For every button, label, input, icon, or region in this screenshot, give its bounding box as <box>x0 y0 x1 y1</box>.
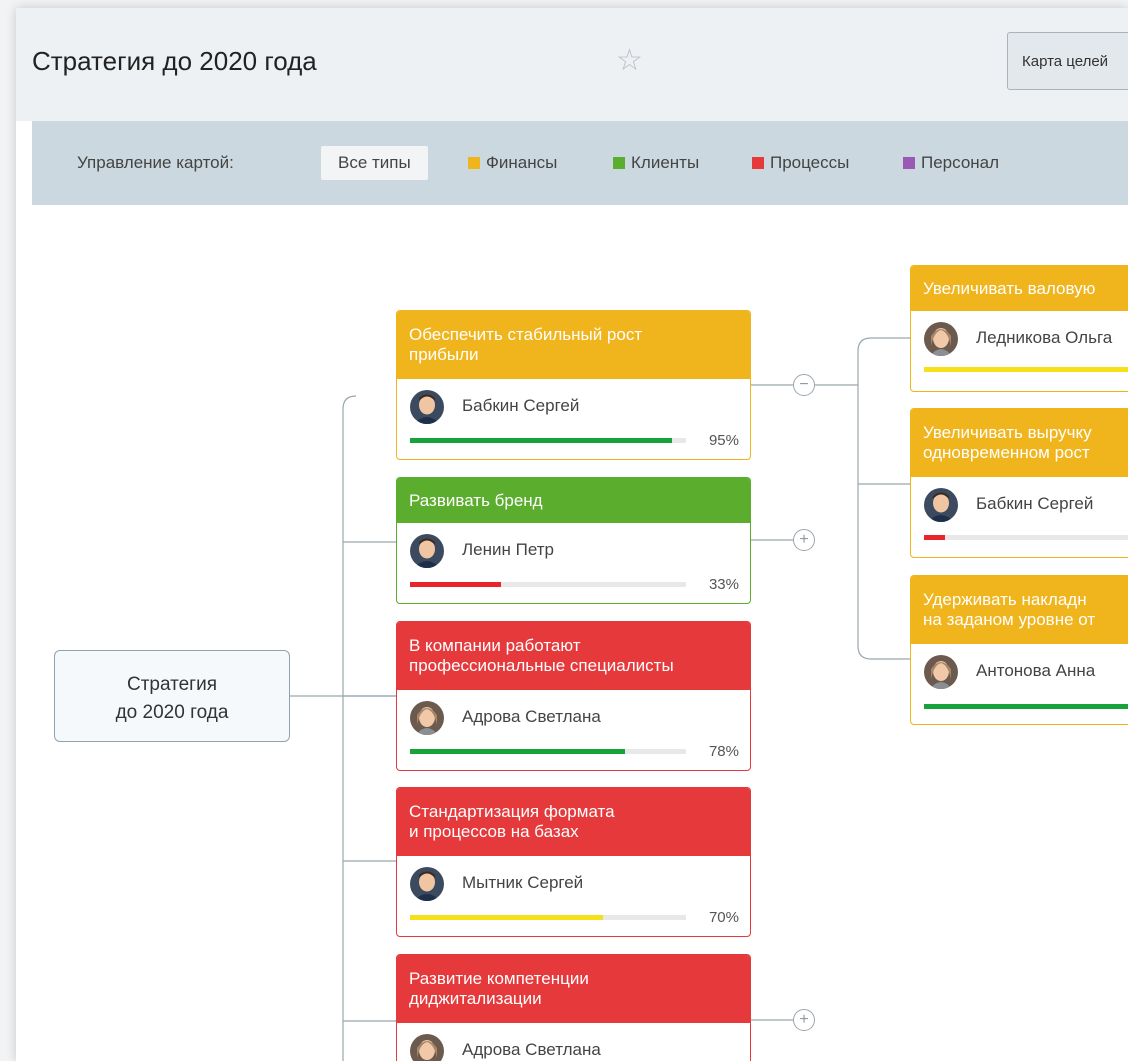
progress-percent: 70% <box>708 909 739 926</box>
subgoal-card[interactable]: Увеличивать выручку одновременном рост Б… <box>910 408 1128 558</box>
goal-card-header: Стандартизация формата и процессов на ба… <box>397 788 750 856</box>
goal-title: Развивать бренд <box>409 490 543 510</box>
goal-title: Стандартизация формата и процессов на ба… <box>409 802 615 841</box>
progress-bar <box>924 367 1128 372</box>
progress-fill <box>410 582 502 587</box>
goal-card[interactable]: В компании работают профессиональные спе… <box>396 621 751 771</box>
progress-fill <box>410 915 604 920</box>
progress-bar <box>410 749 686 754</box>
collapse-branch-icon[interactable]: − <box>793 374 815 396</box>
subgoal-card-header: Удерживать накладн на заданом уровне от <box>911 576 1128 644</box>
goal-card[interactable]: Развитие компетенции диджитализации Адро… <box>396 954 751 1061</box>
progress-bar <box>924 535 1128 540</box>
subgoal-title: Увеличивать выручку одновременном рост <box>923 423 1092 462</box>
goal-owner: Бабкин Сергей <box>462 396 580 415</box>
avatar-woman-icon <box>410 1034 444 1061</box>
avatar-woman-icon <box>410 701 444 735</box>
goal-title: Обеспечить стабильный рост прибыли <box>409 325 643 364</box>
goal-card-header: В компании работают профессиональные спе… <box>397 622 750 690</box>
subgoal-card-header: Увеличивать валовую <box>911 266 1128 311</box>
subgoal-owner: Ледникова Ольга <box>976 328 1113 347</box>
root-node-title: Стратегия до 2020 года <box>115 674 229 723</box>
avatar-woman-icon <box>924 655 958 689</box>
expand-branch-icon[interactable]: + <box>793 1009 815 1031</box>
progress-fill <box>924 535 945 540</box>
subgoal-card[interactable]: Увеличивать валовую Ледникова Ольга <box>910 265 1128 392</box>
goal-card[interactable]: Стандартизация формата и процессов на ба… <box>396 787 751 937</box>
progress-bar <box>410 582 686 587</box>
strategy-map-window: Стратегия до 2020 года ☆ Карта целей Упр… <box>16 8 1128 1061</box>
goal-card[interactable]: Развивать бренд Ленин Петр 33% <box>396 477 751 604</box>
progress-fill <box>924 704 1128 709</box>
progress-fill <box>410 749 626 754</box>
goal-card-header: Развитие компетенции диджитализации <box>397 955 750 1023</box>
progress-fill <box>924 367 1128 372</box>
goal-owner: Адрова Светлана <box>462 1040 601 1059</box>
subgoal-title: Увеличивать валовую <box>923 278 1096 298</box>
subgoal-card-header: Увеличивать выручку одновременном рост <box>911 409 1128 477</box>
progress-bar <box>410 438 686 443</box>
progress-percent: 33% <box>708 576 739 593</box>
avatar-man-icon <box>410 534 444 568</box>
avatar-man-icon <box>924 488 958 522</box>
progress-percent: 95% <box>708 432 739 449</box>
subgoal-card[interactable]: Удерживать накладн на заданом уровне от … <box>910 575 1128 725</box>
subgoal-owner: Антонова Анна <box>976 661 1096 680</box>
progress-bar <box>410 915 686 920</box>
goal-card-header: Обеспечить стабильный рост прибыли <box>397 311 750 379</box>
goal-card-header: Развивать бренд <box>397 478 750 523</box>
goal-owner: Мытник Сергей <box>462 873 584 892</box>
goal-title: В компании работают профессиональные спе… <box>409 636 674 675</box>
goal-owner: Ленин Петр <box>462 540 554 559</box>
goal-owner: Адрова Светлана <box>462 707 601 726</box>
goal-card[interactable]: Обеспечить стабильный рост прибыли Бабки… <box>396 310 751 460</box>
progress-bar <box>924 704 1128 709</box>
avatar-man-icon <box>410 390 444 424</box>
subgoal-owner: Бабкин Сергей <box>976 494 1094 513</box>
goal-title: Развитие компетенции диджитализации <box>409 969 589 1008</box>
avatar-woman-icon <box>924 322 958 356</box>
strategy-root-node[interactable]: Стратегия до 2020 года <box>54 650 290 742</box>
expand-branch-icon[interactable]: + <box>793 529 815 551</box>
subgoal-title: Удерживать накладн на заданом уровне от <box>923 590 1096 629</box>
progress-fill <box>410 438 673 443</box>
progress-percent: 78% <box>708 743 739 760</box>
avatar-man-icon <box>410 867 444 901</box>
